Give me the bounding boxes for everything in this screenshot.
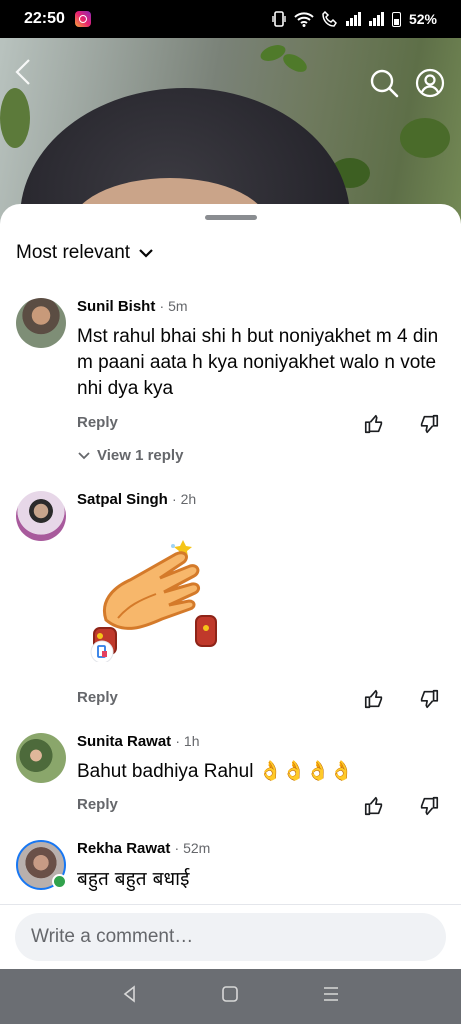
sheet-grabber[interactable] — [205, 215, 257, 220]
comment-header: Sunil Bisht · 5m — [77, 298, 188, 315]
avatar[interactable] — [16, 298, 66, 348]
battery-icon — [391, 11, 401, 27]
comments-sheet: Most relevant Sunil Bisht · 5m Mst rahul… — [0, 204, 461, 969]
thumbs-down-icon[interactable] — [418, 688, 440, 710]
comment-time: · 5m — [159, 298, 188, 314]
reply-button[interactable]: Reply — [77, 796, 118, 813]
call-icon — [322, 11, 337, 27]
comment-author[interactable]: Sunita Rawat — [77, 733, 171, 750]
comment-composer — [0, 904, 461, 969]
back-arrow-icon[interactable] — [14, 58, 32, 93]
nav-back-icon[interactable] — [118, 984, 142, 1009]
profile-icon[interactable] — [415, 68, 445, 98]
comment-text: Mst rahul bhai shi h but noniyakhet m 4 … — [77, 326, 439, 399]
status-icons: 52% — [272, 11, 437, 27]
comment-author[interactable]: Sunil Bisht — [77, 298, 155, 315]
nav-home-icon[interactable] — [218, 985, 242, 1009]
comment-header: Rekha Rawat · 52m — [77, 840, 210, 857]
comment-input[interactable] — [15, 913, 446, 961]
chevron-down-icon — [78, 451, 90, 459]
nav-recents-icon[interactable] — [319, 985, 343, 1009]
online-status-dot — [52, 874, 67, 889]
clapping-hands-sticker[interactable] — [88, 532, 223, 662]
system-navigation-bar — [0, 969, 461, 1024]
battery-percent: 52% — [408, 11, 437, 27]
comment-header: Sunita Rawat · 1h — [77, 733, 199, 750]
thumbs-up-icon[interactable] — [363, 688, 385, 710]
status-time: 22:50 — [24, 10, 65, 27]
comment-text: बहुत बहुत बधाई — [77, 868, 190, 890]
instagram-notification-icon — [74, 11, 91, 27]
search-icon[interactable] — [369, 68, 399, 98]
view-replies-label: View 1 reply — [97, 447, 184, 464]
reply-button[interactable]: Reply — [77, 414, 118, 431]
reply-button[interactable]: Reply — [77, 689, 118, 706]
comment-text: Bahut badhiya Rahul 👌👌👌👌 — [77, 761, 354, 782]
thumbs-down-icon[interactable] — [418, 413, 440, 435]
comment-author[interactable]: Satpal Singh — [77, 491, 168, 508]
sort-label: Most relevant — [16, 242, 131, 263]
chevron-down-icon — [139, 249, 153, 258]
sort-dropdown[interactable]: Most relevant — [16, 242, 154, 264]
wifi-icon — [294, 12, 314, 27]
signal-icon — [368, 12, 384, 26]
thumbs-down-icon[interactable] — [418, 795, 440, 817]
comment-time: · 52m — [174, 840, 211, 856]
status-bar: 22:50 52% — [0, 0, 461, 38]
signal-icon — [345, 12, 361, 26]
comment-time: · 1h — [175, 733, 200, 749]
vibrate-icon — [272, 11, 286, 27]
avatar[interactable] — [16, 491, 66, 541]
thumbs-up-icon[interactable] — [363, 413, 385, 435]
thumbs-up-icon[interactable] — [363, 795, 385, 817]
comment-header: Satpal Singh · 2h — [77, 491, 196, 508]
avatar[interactable] — [16, 733, 66, 783]
view-replies-button[interactable]: View 1 reply — [77, 447, 183, 464]
comment-author[interactable]: Rekha Rawat — [77, 840, 170, 857]
comment-time: · 2h — [172, 491, 197, 507]
